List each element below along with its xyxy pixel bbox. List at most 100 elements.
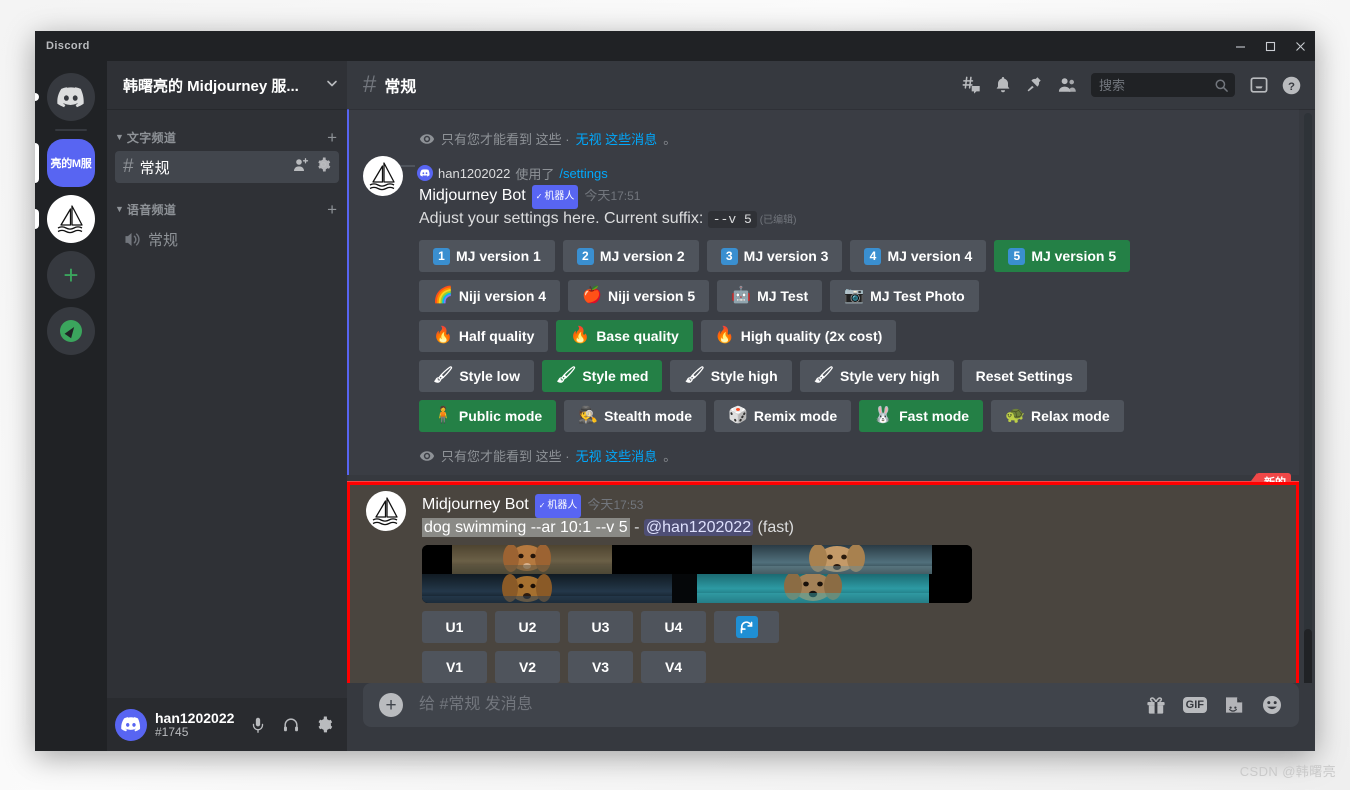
button-mj-version-4[interactable]: 4 MJ version 4 [850,240,987,272]
button-niji-version-4[interactable]: 🌈 Niji version 4 [419,280,561,312]
message-list[interactable]: 只有您才能看到 这些 · 无视 这些消息。 han1202022 使用了 /se… [347,109,1315,683]
button-stealth-mode[interactable]: 🕵 Stealth mode [564,400,706,432]
rail-item-midjourney-guild[interactable]: 亮的M服 [35,139,95,187]
attach-file-button[interactable]: + [379,693,403,717]
user-mention[interactable]: @han1202022 [643,519,754,536]
gift-icon[interactable] [1145,694,1167,716]
dismiss-messages-link[interactable]: 无视 这些消息 [576,446,658,465]
create-channel-icon[interactable]: + [327,201,339,218]
avatar[interactable] [366,491,406,531]
button-style-high[interactable]: 🖌 Style high [670,360,792,392]
button-mj-version-5[interactable]: 5 MJ version 5 [994,240,1131,272]
message-author[interactable]: Midjourney Bot [422,494,529,516]
dismiss-messages-link[interactable]: 无视 这些消息 [576,129,658,148]
notification-bell-icon[interactable] [987,69,1019,101]
message-scrollbar-track[interactable] [1304,113,1312,679]
search-icon [1214,78,1229,93]
discord-home-icon [47,73,95,121]
button-mj-version-2[interactable]: 2 MJ version 2 [562,240,699,272]
button-style-very-high[interactable]: 🖌 Style very high [799,360,954,392]
generated-image-grid[interactable] [422,545,972,603]
hash-icon: # [123,156,134,177]
button-mj-test[interactable]: 🤖 MJ Test [717,280,823,312]
headphones-icon[interactable] [276,710,306,740]
member-list-icon[interactable] [1051,69,1083,101]
button-reset-settings[interactable]: Reset Settings [961,360,1087,392]
slash-command-reference: han1202022 使用了/settings [417,162,1251,184]
ephemeral-note-bottom: 只有您才能看到 这些 · 无视 这些消息。 [347,440,1299,475]
button-half-quality[interactable]: 🔥 Half quality [419,320,549,352]
button-v4[interactable]: V4 [641,651,706,683]
rabbit-icon: 🐰 [873,407,894,424]
category-voice-channels[interactable]: ▼ 语音频道 + [107,197,347,221]
button-v1[interactable]: V1 [422,651,487,683]
channel-label: 常规 [139,159,170,177]
button-mj-version-3[interactable]: 3 MJ version 3 [706,240,843,272]
settings-icon[interactable] [316,157,331,177]
button-u4[interactable]: U4 [641,611,706,643]
minimize-icon[interactable] [1225,31,1255,61]
search-input[interactable] [1091,73,1235,97]
sticker-icon[interactable] [1223,694,1245,716]
svg-text:?: ? [1288,80,1295,92]
user-settings-gear-icon[interactable] [309,710,339,740]
button-high-quality[interactable]: 🔥 High quality (2x cost) [700,320,897,352]
button-public-mode[interactable]: 🧍 Public mode [419,400,557,432]
help-icon[interactable]: ? [1275,69,1307,101]
add-member-icon[interactable] [293,157,309,178]
sidebar-item-channel-常规-voice[interactable]: 常规 [115,223,339,255]
rail-item-midjourney-bot-dm[interactable] [35,195,95,243]
avatar[interactable] [115,708,147,741]
suffix-code: --v 5 [707,211,757,228]
emoji-icon[interactable] [1261,694,1283,716]
button-relax-mode[interactable]: 🐢 Relax mode [991,400,1124,432]
message-input[interactable] [419,683,1145,727]
message-author[interactable]: Midjourney Bot [419,185,526,207]
maximize-icon[interactable] [1255,31,1285,61]
inbox-icon[interactable] [1243,69,1275,101]
ephemeral-suffix: 。 [663,132,677,147]
paintbrush-icon: 🖌 [433,367,454,384]
message-scrollbar-thumb[interactable] [1304,629,1312,683]
sidebar-item-channel-常规-text[interactable]: # 常规 [115,151,339,183]
command-name[interactable]: /settings [559,166,607,181]
button-mj-test-photo[interactable]: 📷 MJ Test Photo [830,280,979,312]
button-style-med[interactable]: 🖌 Style med [542,360,663,392]
button-label: MJ version 2 [599,248,685,264]
user-info[interactable]: han1202022 #1745 [155,710,243,740]
button-v3[interactable]: V3 [568,651,633,683]
button-u2[interactable]: U2 [495,611,560,643]
bot-badge: ✓ 机器人 [531,185,579,209]
button-style-low[interactable]: 🖌 Style low [419,360,534,392]
button-base-quality[interactable]: 🔥 Base quality [556,320,693,352]
create-channel-icon[interactable]: + [327,129,339,146]
button-v2[interactable]: V2 [495,651,560,683]
title-bar: Discord [35,31,1315,61]
button-mj-version-1[interactable]: 1 MJ version 1 [419,240,555,272]
rail-item-explore-servers[interactable] [47,307,95,355]
button-fast-mode[interactable]: 🐰 Fast mode [859,400,984,432]
search-field[interactable] [1099,77,1214,93]
rail-item-home[interactable] [35,73,95,121]
reroll-icon [735,616,758,638]
avatar[interactable] [363,156,403,196]
microphone-icon[interactable] [243,710,273,740]
category-text-channels[interactable]: ▼ 文字频道 + [107,125,347,149]
rail-pill [35,93,39,101]
button-remix-mode[interactable]: 🎲 Remix mode [713,400,852,432]
header-actions: ? [955,69,1307,101]
button-u3[interactable]: U3 [568,611,633,643]
message-timestamp: 今天17:53 [587,494,643,516]
button-reroll[interactable] [714,611,779,643]
main-column: # 常规 搜索 ? 只有您才能看到 这些 · 无视 这些消息 。 han1202… [347,61,1315,751]
pinned-messages-icon[interactable] [1019,69,1051,101]
button-label: Niji version 4 [458,288,547,304]
guild-header[interactable]: 韩曙亮的 Midjourney 服... [107,61,347,109]
gif-icon[interactable]: GIF [1182,696,1207,714]
button-u1[interactable]: U1 [422,611,487,643]
close-icon[interactable] [1285,31,1315,61]
button-niji-version-5[interactable]: 🍎 Niji version 5 [568,280,710,312]
message-composer[interactable]: + G [363,683,1299,727]
rail-item-add-server[interactable]: + [47,251,95,299]
threads-icon[interactable] [955,69,987,101]
